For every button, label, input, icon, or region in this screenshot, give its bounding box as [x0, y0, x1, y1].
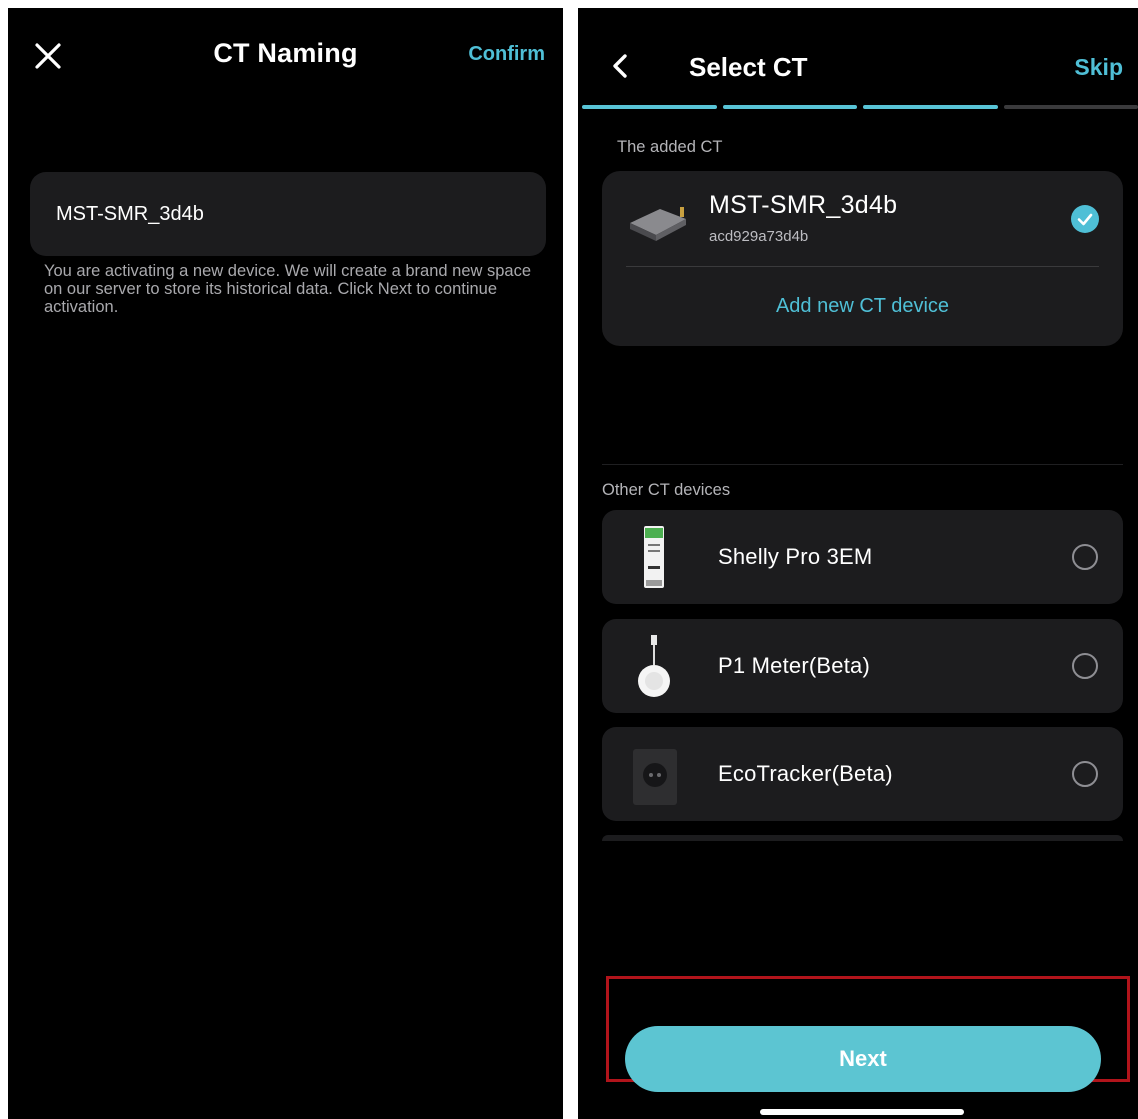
- device-option-partial: [602, 835, 1123, 841]
- device-name: Shelly Pro 3EM: [718, 544, 873, 569]
- home-indicator: [760, 1109, 964, 1115]
- other-section-label: Other CT devices: [602, 481, 731, 499]
- device-option-ecotracker[interactable]: EcoTracker(Beta): [602, 727, 1123, 821]
- progress-step: [582, 105, 717, 109]
- radio-button[interactable]: [1072, 653, 1098, 679]
- progress-step: [1003, 105, 1138, 109]
- check-circle-icon[interactable]: [1071, 205, 1099, 233]
- radio-button[interactable]: [1072, 544, 1098, 570]
- p1-meter-icon: [638, 635, 670, 697]
- add-new-ct-button[interactable]: Add new CT device: [602, 295, 1123, 318]
- radio-button[interactable]: [1072, 761, 1098, 787]
- device-option-shelly-pro-3em[interactable]: Shelly Pro 3EM: [602, 510, 1123, 604]
- shelly-meter-icon: [644, 526, 664, 588]
- next-button[interactable]: Next: [625, 1026, 1101, 1092]
- chevron-left-icon[interactable]: [608, 52, 632, 80]
- ecotracker-icon: [633, 749, 677, 805]
- added-device-id: acd929a73d4b: [709, 228, 809, 245]
- divider: [626, 266, 1099, 267]
- activation-hint: You are activating a new device. We will…: [44, 262, 532, 316]
- ct-device-icon: [630, 207, 686, 241]
- page-title: Select CT: [689, 52, 808, 82]
- select-ct-screen: Select CT Skip The added CT MST-SMR_3d4b…: [578, 8, 1138, 1119]
- added-section-label: The added CT: [617, 138, 723, 156]
- ct-naming-screen: CT Naming Confirm You are activating a n…: [8, 8, 563, 1119]
- device-name-field[interactable]: [30, 172, 546, 256]
- device-name: P1 Meter(Beta): [718, 653, 870, 678]
- confirm-button[interactable]: Confirm: [468, 43, 545, 66]
- added-device-card: MST-SMR_3d4b acd929a73d4b Add new CT dev…: [602, 171, 1123, 346]
- progress-step: [863, 105, 998, 109]
- device-name-input[interactable]: [54, 201, 522, 227]
- step-progress: [582, 105, 1138, 109]
- device-name: EcoTracker(Beta): [718, 761, 893, 786]
- divider: [602, 464, 1123, 465]
- device-option-p1-meter[interactable]: P1 Meter(Beta): [602, 619, 1123, 713]
- progress-step: [722, 105, 857, 109]
- skip-button[interactable]: Skip: [1074, 54, 1123, 81]
- added-device-name: MST-SMR_3d4b: [709, 191, 898, 219]
